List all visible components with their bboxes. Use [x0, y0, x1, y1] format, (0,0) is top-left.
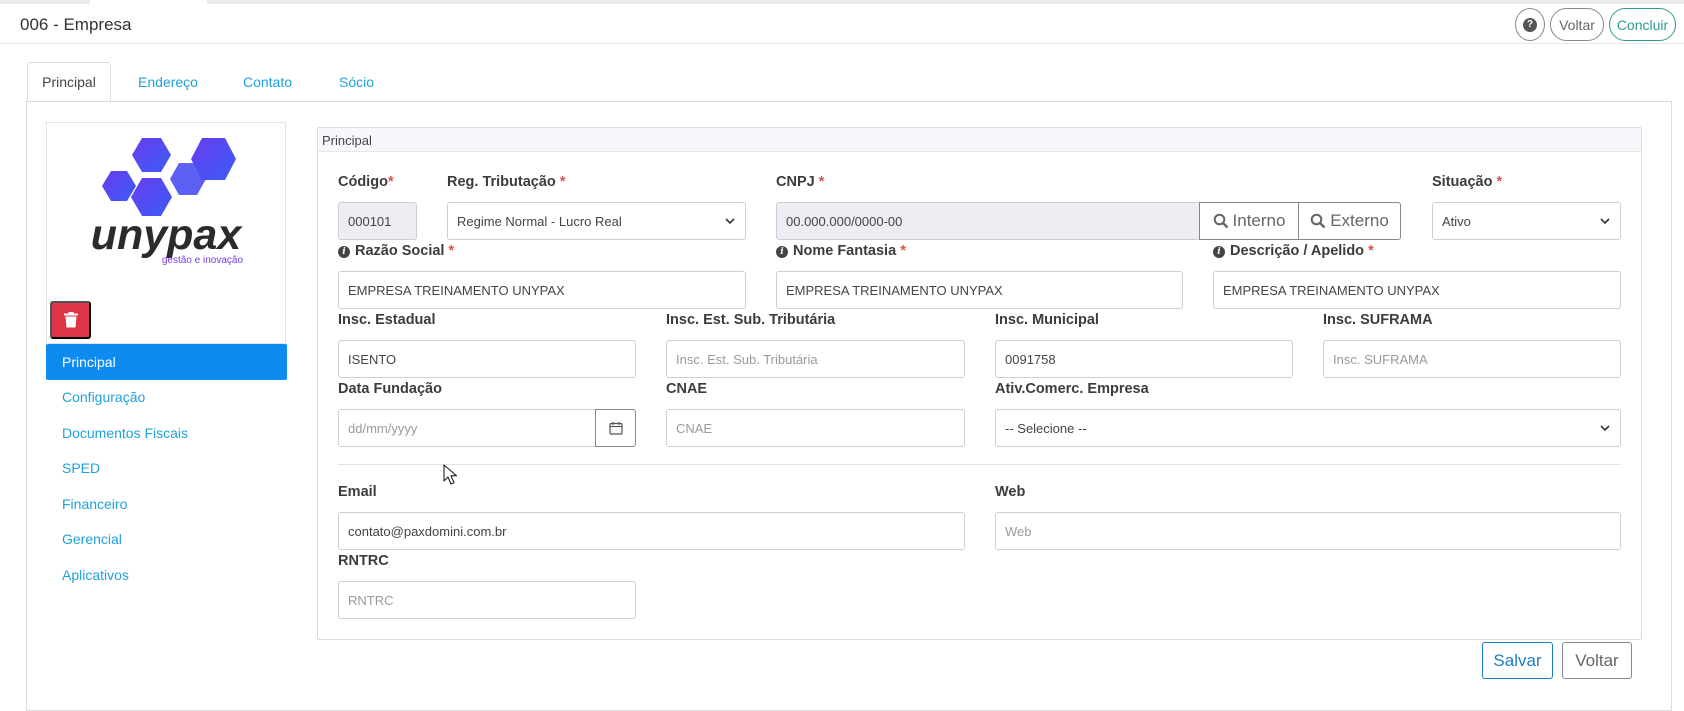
trash-icon	[63, 312, 78, 328]
section-legend: Principal	[318, 128, 1641, 152]
info-icon: i	[776, 246, 788, 258]
insc-municipal-label: Insc. Municipal	[995, 312, 1099, 328]
page-title: 006 - Empresa	[20, 15, 132, 34]
logo-tagline: gestão e inovação	[162, 255, 244, 266]
chevron-down-icon	[725, 218, 735, 225]
sidebar-item-financeiro[interactable]: Financeiro	[46, 486, 287, 522]
logo-wordmark: unypax	[91, 211, 244, 259]
insc-suframa-label: Insc. SUFRAMA	[1323, 312, 1433, 328]
sidebar-item-documentos-fiscais[interactable]: Documentos Fiscais	[46, 415, 287, 451]
reg-tributacao-select[interactable]: Regime Normal - Lucro Real	[447, 202, 746, 240]
email-label: Email	[338, 484, 377, 500]
section-divider	[338, 464, 1621, 465]
reg-tributacao-label: Reg. Tributação *	[447, 174, 566, 190]
rntrc-label: RNTRC	[338, 553, 389, 569]
cnpj-label: CNPJ *	[776, 174, 825, 190]
cnpj-externo-button[interactable]: Externo	[1298, 202, 1401, 240]
descricao-input[interactable]: EMPRESA TREINAMENTO UNYPAX	[1213, 271, 1621, 309]
cnae-label: CNAE	[666, 381, 708, 397]
help-button[interactable]: ?	[1515, 8, 1545, 41]
sidebar-nav: Principal Configuração Documentos Fiscai…	[46, 344, 287, 593]
question-icon: ?	[1523, 17, 1537, 32]
insc-estadual-input[interactable]: ISENTO	[338, 340, 636, 378]
header-voltar-button[interactable]: Voltar	[1550, 8, 1604, 41]
situacao-label: Situação *	[1432, 174, 1503, 190]
cnae-input[interactable]: CNAE	[666, 409, 965, 447]
calendar-icon	[608, 422, 623, 435]
chevron-down-icon	[1600, 425, 1610, 432]
tab-endereco[interactable]: Endereço	[118, 62, 218, 102]
cnpj-input[interactable]: 00.000.000/0000-00	[776, 202, 1200, 240]
sidebar-item-principal[interactable]: Principal	[46, 344, 287, 380]
rntrc-input[interactable]: RNTRC	[338, 581, 636, 619]
ativ-comerc-label: Ativ.Comerc. Empresa	[995, 381, 1149, 397]
salvar-button[interactable]: Salvar	[1482, 642, 1553, 679]
chevron-down-icon	[1600, 218, 1610, 225]
nome-fantasia-input[interactable]: EMPRESA TREINAMENTO UNYPAX	[776, 271, 1183, 309]
cnpj-interno-button[interactable]: Interno	[1199, 202, 1299, 240]
info-icon: i	[1213, 246, 1225, 258]
mouse-cursor-icon	[443, 464, 457, 485]
razao-social-label: i Razão Social *	[338, 243, 454, 259]
calendar-button[interactable]	[595, 409, 636, 447]
delete-logo-button[interactable]	[50, 301, 91, 339]
nome-fantasia-label: i Nome Fantasia *	[776, 243, 906, 259]
insc-municipal-input[interactable]: 0091758	[995, 340, 1293, 378]
search-icon	[1213, 213, 1228, 229]
tab-principal[interactable]: Principal	[27, 62, 111, 102]
search-icon	[1310, 213, 1326, 229]
insc-suframa-input[interactable]: Insc. SUFRAMA	[1323, 340, 1621, 378]
web-label: Web	[995, 484, 1026, 500]
codigo-label: Código*	[338, 174, 394, 190]
ativ-comerc-select[interactable]: -- Selecione --	[995, 409, 1621, 447]
email-input[interactable]: contato@paxdomini.com.br	[338, 512, 965, 550]
data-fundacao-label: Data Fundação	[338, 381, 442, 397]
codigo-input[interactable]: 000101	[338, 202, 417, 240]
insc-est-sub-label: Insc. Est. Sub. Tributária	[666, 312, 836, 328]
concluir-button[interactable]: Concluir	[1609, 8, 1676, 41]
info-icon: i	[338, 246, 350, 258]
sidebar-item-configuracao[interactable]: Configuração	[46, 380, 287, 416]
footer-voltar-button[interactable]: Voltar	[1562, 642, 1632, 679]
sidebar-item-gerencial[interactable]: Gerencial	[46, 522, 287, 558]
tab-contato[interactable]: Contato	[222, 62, 313, 102]
web-input[interactable]: Web	[995, 512, 1621, 550]
page-header: 006 - Empresa ? Voltar Concluir	[0, 4, 1684, 44]
data-fundacao-input[interactable]: dd/mm/yyyy	[338, 409, 596, 447]
tab-socio[interactable]: Sócio	[317, 62, 396, 102]
insc-estadual-label: Insc. Estadual	[338, 312, 436, 328]
sidebar-item-aplicativos[interactable]: Aplicativos	[46, 557, 287, 593]
sidebar-item-sped[interactable]: SPED	[46, 451, 287, 487]
insc-est-sub-input[interactable]: Insc. Est. Sub. Tributária	[666, 340, 965, 378]
situacao-select[interactable]: Ativo	[1432, 202, 1621, 240]
descricao-label: i Descrição / Apelido *	[1213, 243, 1374, 259]
razao-social-input[interactable]: EMPRESA TREINAMENTO UNYPAX	[338, 271, 746, 309]
